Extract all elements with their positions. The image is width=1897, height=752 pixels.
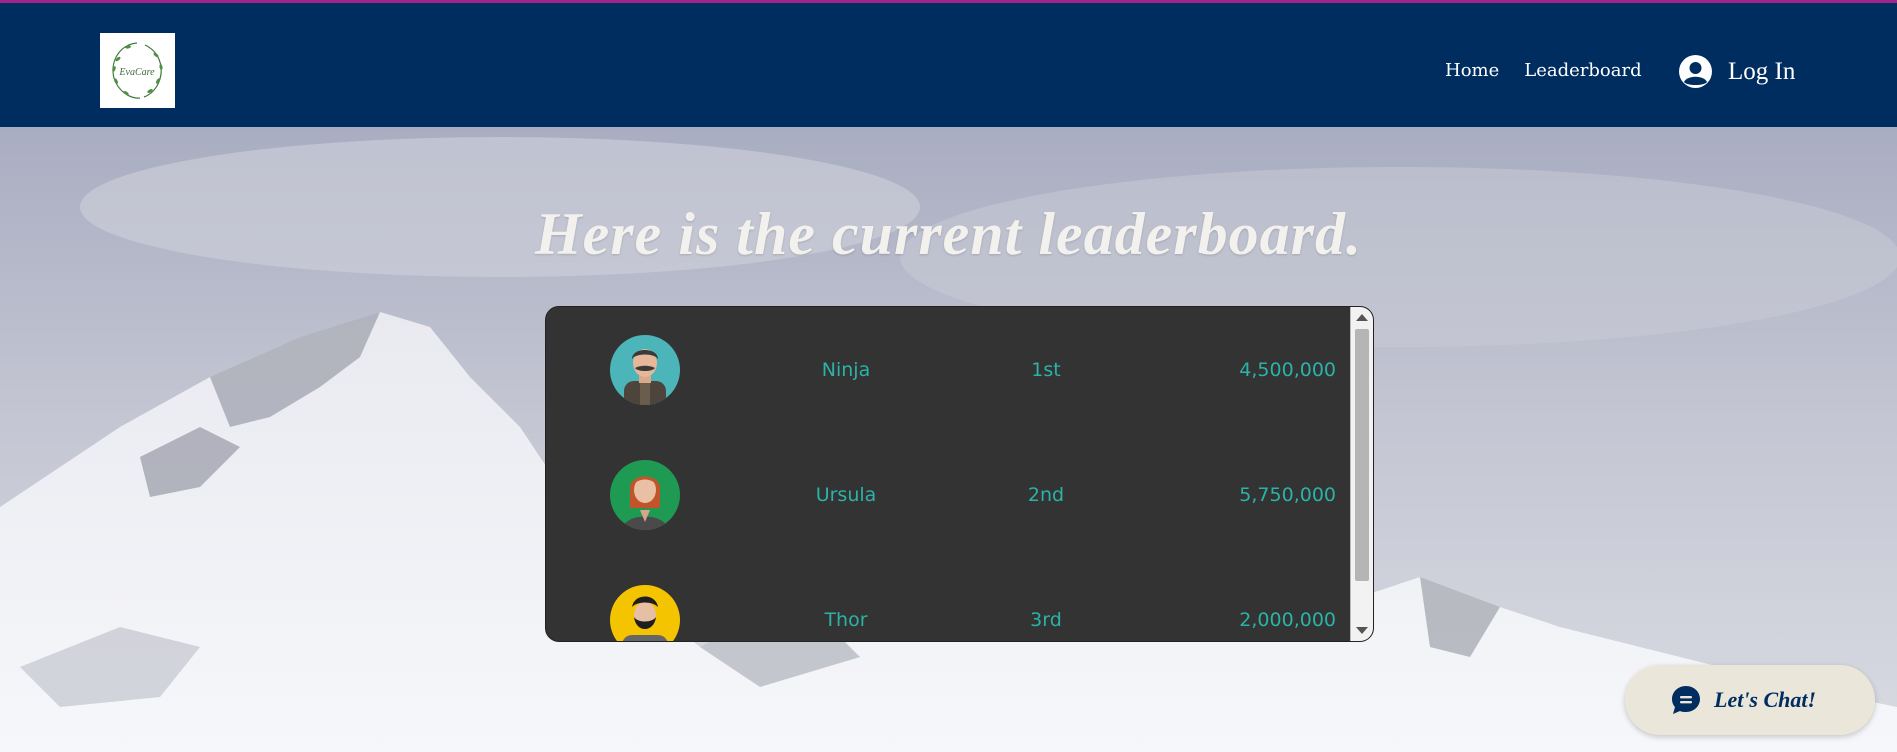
page-title: Here is the current leaderboard. — [535, 201, 1362, 267]
player-score: 5,750,000 — [1239, 484, 1336, 506]
nav-link-leaderboard[interactable]: Leaderboard — [1524, 60, 1641, 81]
man-beard-avatar-icon — [610, 585, 680, 641]
player-name: Ursula — [815, 484, 877, 506]
player-name: Thor — [824, 609, 868, 631]
leaderboard-row[interactable]: Thor 3rd 2,000,000 — [546, 585, 1350, 641]
player-rank: 3rd — [1030, 609, 1062, 631]
player-score: 2,000,000 — [1239, 609, 1336, 631]
player-rank: 2nd — [1027, 484, 1065, 506]
nav-link-home[interactable]: Home — [1445, 60, 1499, 81]
man-mustache-avatar-icon — [610, 335, 680, 405]
chat-label: Let's Chat! — [1714, 687, 1817, 712]
leaderboard-table[interactable]: Ninja 1st 4,500,000 Ursula 2nd 5,750,000 — [545, 306, 1374, 642]
chat-button[interactable]: Let's Chat! — [1625, 665, 1875, 735]
site-logo[interactable]: EvaCare — [100, 33, 175, 108]
player-rank: 1st — [1031, 359, 1061, 381]
scroll-up-arrow-icon[interactable] — [1356, 314, 1368, 321]
chat-bubble-icon — [1672, 686, 1700, 714]
leaderboard-rows: Ninja 1st 4,500,000 Ursula 2nd 5,750,000 — [546, 307, 1350, 641]
leaderboard-scrollbar[interactable] — [1350, 307, 1373, 641]
leaderboard-row[interactable]: Ursula 2nd 5,750,000 — [546, 460, 1350, 540]
login-label: Log In — [1728, 57, 1796, 85]
login-button[interactable]: Log In — [1679, 55, 1795, 88]
site-header: EvaCare Home Leaderboard Log In — [0, 3, 1897, 127]
logo-text: EvaCare — [118, 67, 155, 78]
woman-redhead-avatar-icon — [610, 460, 680, 530]
main-nav: Home Leaderboard — [1445, 60, 1642, 81]
scroll-down-arrow-icon[interactable] — [1356, 627, 1368, 634]
scroll-thumb[interactable] — [1355, 329, 1369, 581]
leaderboard-row[interactable]: Ninja 1st 4,500,000 — [546, 335, 1350, 415]
player-score: 4,500,000 — [1239, 359, 1336, 381]
player-name: Ninja — [821, 359, 871, 381]
user-avatar-icon — [1679, 55, 1712, 88]
wreath-logo-icon: EvaCare — [112, 42, 163, 99]
